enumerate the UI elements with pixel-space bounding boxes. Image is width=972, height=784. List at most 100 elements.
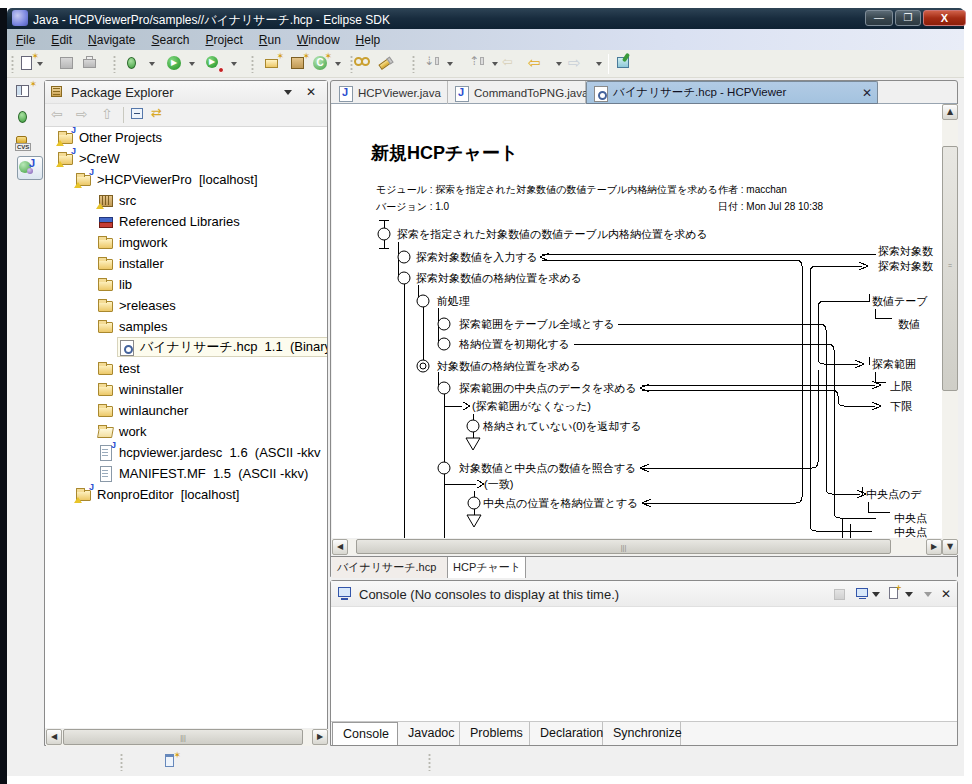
view-menu-icon[interactable] (284, 90, 292, 95)
up-icon[interactable]: ⇧ (101, 106, 113, 122)
editor-hscrollbar[interactable]: ◀ ||| ▶ (332, 539, 942, 555)
display-selected-console-icon[interactable] (855, 586, 872, 602)
package-explorer-close-icon[interactable]: ✕ (306, 85, 316, 99)
new-package-icon[interactable]: ✶ (289, 54, 309, 74)
tree-item[interactable]: J>CreW (57, 149, 120, 167)
run-icon[interactable]: ▶ (165, 54, 185, 74)
folder-icon (97, 381, 114, 397)
console-tab[interactable]: Synchronize (603, 722, 681, 745)
cvs-perspective-icon[interactable]: CVS (14, 134, 36, 156)
tree-item[interactable]: J>HCPViewerPro [localhost] (75, 170, 258, 188)
maximize-button[interactable]: ❐ (895, 10, 921, 26)
tree-item[interactable]: imgwork (97, 233, 167, 251)
tree-item[interactable]: test (97, 359, 140, 377)
menu-project[interactable]: Project (197, 33, 250, 47)
tree-item[interactable]: JRonproEditor [localhost] (75, 485, 239, 503)
forward-icon[interactable]: ⇨ (568, 54, 588, 74)
editor-tab-label: HCPViewer.java (358, 87, 441, 99)
forward-menu-icon[interactable] (596, 62, 602, 66)
tree-item[interactable]: work (97, 422, 146, 440)
run-external-tools-icon[interactable]: ▶ (204, 54, 224, 74)
tree-item[interactable]: Jhcpviewer.jardesc 1.6 (ASCII -kkv (97, 443, 321, 461)
menu-help[interactable]: Help (348, 33, 389, 47)
forward-icon[interactable]: ⇨ (76, 106, 88, 122)
menu-search[interactable]: Search (143, 33, 197, 47)
java-perspective-icon[interactable]: J (17, 156, 43, 180)
tree-item[interactable]: MANIFEST.MF 1.5 (ASCII -kkv) (97, 464, 308, 482)
open-console-menu-icon[interactable] (905, 592, 913, 597)
print-icon[interactable] (81, 54, 101, 74)
debug-menu-icon[interactable] (149, 62, 155, 66)
run-menu-icon[interactable] (189, 62, 195, 66)
pin-console-icon[interactable] (831, 586, 848, 602)
tree-item[interactable]: Referenced Libraries (97, 212, 240, 230)
debug-icon[interactable] (123, 54, 143, 74)
package-explorer-hscrollbar[interactable]: ◀ ||| ▶ (46, 729, 328, 746)
new-wizard-menu-icon[interactable] (37, 62, 43, 66)
package-explorer-header: Package Explorer ✕ (45, 81, 327, 104)
open-perspective-icon[interactable]: ✶ (14, 82, 36, 104)
console-tab[interactable]: Declaration (530, 722, 603, 745)
folder-icon (97, 255, 114, 271)
editor-vscrollbar[interactable]: ▲ = ▼ (942, 104, 958, 555)
new-java-project-icon[interactable]: ✶ (263, 54, 283, 74)
console-tab[interactable]: Problems (460, 722, 530, 745)
previous-annotation-menu-icon[interactable] (492, 62, 498, 66)
minimize-button[interactable]: — (865, 10, 893, 26)
tree-item[interactable]: src (97, 191, 136, 209)
collapse-all-icon[interactable] (131, 108, 143, 119)
folder-icon (97, 318, 114, 334)
editor-bottom-tab[interactable]: HCPチャート (448, 557, 526, 578)
tree-item[interactable]: installer (97, 254, 164, 272)
window-title: Java - HCPViewerPro/samples//バイナリサーチ.hcp… (33, 12, 390, 29)
next-annotation-menu-icon[interactable] (447, 62, 453, 66)
editor-tab-close-icon[interactable]: ✕ (856, 86, 872, 100)
back-icon[interactable]: ⇦ (528, 54, 548, 74)
previous-annotation-icon[interactable]: ⇡ (466, 54, 486, 74)
open-console-icon[interactable]: + (887, 585, 904, 601)
console-close-icon[interactable]: ✕ (941, 587, 951, 601)
fast-view-icon[interactable]: ✶ (163, 753, 180, 769)
new-wizard-icon[interactable]: ✶ (18, 54, 38, 74)
debug-perspective-icon[interactable] (14, 108, 36, 130)
tree-item[interactable]: バイナリサーチ.hcp 1.1 (Binary (118, 338, 327, 356)
console-tab[interactable]: Console (332, 722, 398, 745)
main-toolbar: ✶▶▶✶✶C✶⇣⇡⇦⇦⇨ (7, 50, 964, 78)
next-annotation-icon[interactable]: ⇣ (421, 54, 441, 74)
hcp-file-icon (118, 339, 135, 355)
open-type-icon[interactable] (353, 54, 373, 74)
menu-edit[interactable]: Edit (43, 33, 80, 47)
editor-tab[interactable]: バイナリサーチ.hcp - HCPViewer✕ (586, 81, 878, 104)
console-tab[interactable]: Javadoc (398, 722, 460, 745)
editor-bottom-tab[interactable]: バイナリサーチ.hcp (332, 557, 448, 578)
java-project-closed-icon: J (57, 150, 74, 166)
menu-navigate[interactable]: Navigate (80, 33, 143, 47)
tree-item[interactable]: lib (97, 275, 132, 293)
editor-tab[interactable]: HCPViewer.java (332, 81, 448, 104)
back-icon[interactable]: ⇦ (51, 106, 63, 122)
tree-item[interactable]: winlauncher (97, 401, 188, 419)
menu-file[interactable]: File (8, 33, 43, 47)
tree-item[interactable]: wininstaller (97, 380, 183, 398)
folder-icon (97, 360, 114, 376)
display-console-menu-icon[interactable] (872, 592, 880, 597)
back-menu-icon[interactable] (556, 62, 562, 66)
tree-item[interactable]: samples (97, 317, 167, 335)
hcp-node-label: (一致) (484, 476, 513, 492)
save-icon[interactable] (58, 54, 78, 74)
menu-run[interactable]: Run (251, 33, 289, 47)
editor-tab[interactable]: CommandToPNG.java (448, 81, 586, 104)
new-class-menu-icon[interactable] (335, 62, 341, 66)
search-icon[interactable] (377, 54, 397, 74)
last-edit-location-icon[interactable]: ⇦ (502, 54, 522, 74)
pin-editor-icon[interactable] (615, 54, 635, 74)
tree-item[interactable]: JOther Projects (57, 128, 162, 146)
close-button[interactable]: X (923, 10, 966, 26)
tree-item[interactable]: >releases (97, 296, 176, 314)
run-external-tools-menu-icon[interactable] (231, 62, 237, 66)
link-with-editor-icon[interactable]: ⇄ (151, 105, 162, 120)
tree-item-label: MANIFEST.MF 1.5 (ASCII -kkv) (119, 466, 308, 481)
new-class-icon[interactable]: C✶ (311, 54, 331, 74)
console-extra-menu-icon[interactable] (924, 592, 932, 597)
menu-window[interactable]: Window (289, 33, 348, 47)
